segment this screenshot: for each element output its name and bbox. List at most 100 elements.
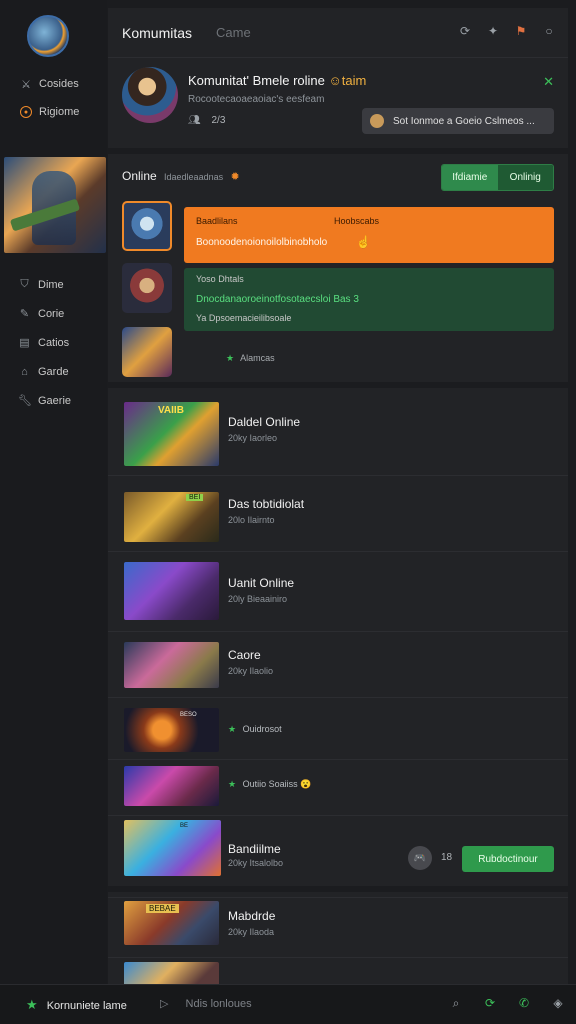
game-thumbnail: BEI <box>124 492 219 542</box>
thumbnail-label: BEBAE <box>146 904 179 913</box>
message-highlight[interactable]: Baadlilans Hoobscabs Boonoodenoionoilolb… <box>184 207 554 263</box>
game-thumbnail <box>124 562 219 620</box>
thumbnail-label: BESO <box>180 712 197 718</box>
sidebar-item-label: Catios <box>38 336 70 349</box>
game-status: ★ Ouidrosot <box>228 724 282 735</box>
avatar[interactable] <box>122 327 172 377</box>
message-sender: Yoso Dhtals <box>196 274 244 284</box>
controller-icon[interactable]: ◈ <box>550 995 566 1011</box>
game-thumbnail: BEBAE <box>124 901 219 945</box>
thumbnail-label: BEI <box>186 494 204 501</box>
avatar-icon <box>370 114 384 128</box>
game-thumbnail: BESO <box>124 708 219 752</box>
sidebar-item-gaerie[interactable]: 🔧︎ Gaerie <box>18 386 71 415</box>
chat-icon[interactable]: ✆ <box>516 995 532 1011</box>
toggle-option-2[interactable]: Onlinig <box>497 165 553 190</box>
online-status: ★ Alamcas <box>226 353 275 364</box>
game-count: 18 <box>441 852 453 863</box>
list-item[interactable]: BEBAE Mabdrde 20ky Ilaoda <box>108 886 568 958</box>
sidebar-item-garde[interactable]: ⌂ Garde <box>18 357 71 386</box>
game-subtitle: 20ky Ilaolio <box>228 666 274 676</box>
member-count-value: 2/3 <box>211 115 226 126</box>
list-item[interactable]: Caore 20ky Ilaolio <box>108 632 568 698</box>
emoji-icon: 😮 <box>300 779 312 789</box>
game-status-text: Ouidrosot <box>242 724 282 734</box>
community-name-suffix: ☺taim <box>328 73 367 88</box>
fire-icon: ✹ <box>230 171 240 183</box>
game-thumbnail <box>124 962 219 984</box>
bottom-nav-link[interactable]: ▷ Ndis lonloues <box>160 997 252 1010</box>
target-icon: ● <box>20 106 32 118</box>
members-icon: 👥︎ <box>188 115 201 126</box>
card-icon: ▤ <box>19 337 30 349</box>
list-item[interactable]: Uanit Online 20ly Bieaainiro <box>108 552 568 632</box>
star-icon: ★ <box>228 724 237 734</box>
game-thumbnail: BE <box>124 820 221 876</box>
community-action-button[interactable]: Sot Ionmoe a Goeio Cslmeos ... <box>362 108 554 134</box>
list-item[interactable]: ★ Outiio Soaiiss 😮 <box>108 760 568 816</box>
game-thumbnail <box>124 766 219 806</box>
thumbnail-label: VAIIB <box>158 405 184 416</box>
list-item[interactable]: BEI Das tobtidiolat 20lo Ilairnto <box>108 476 568 552</box>
bottom-mid-label: Ndis lonloues <box>185 998 252 1010</box>
game-title: Mabdrde <box>228 909 276 923</box>
sidebar-item-catios[interactable]: ▤ Catios <box>18 328 71 357</box>
bottom-left-label: Kornuniete lame <box>46 1000 127 1012</box>
sidebar-item-label: Garde <box>38 365 69 378</box>
sidebar-item-label: Rigiome <box>39 106 80 118</box>
online-heading: Online Idaedleaadnas ✹ <box>122 169 240 183</box>
list-item[interactable]: BESO ★ Ouidrosot <box>108 698 568 760</box>
game-title: Daldel Online <box>228 415 301 429</box>
notification-icon[interactable]: ⚑ <box>514 24 528 38</box>
game-title: Das tobtidiolat <box>228 497 305 511</box>
sidebar-item-corie[interactable]: ✎ Corie <box>18 299 71 328</box>
star-icon: ★ <box>228 779 237 789</box>
member-count: 👥︎ 2/3 <box>188 115 225 126</box>
message-card[interactable]: Yoso Dhtals Dnocdanaoroeinotfosotaecsloi… <box>184 268 554 331</box>
chat-icon[interactable]: ○ <box>542 24 556 38</box>
refresh-icon[interactable]: ⟳ <box>458 24 472 38</box>
puzzle-icon[interactable]: ✦ <box>486 24 500 38</box>
sidebar-item-label: Gaerie <box>38 394 72 407</box>
online-status-text: Alamcas <box>240 353 275 363</box>
page-title: Komumitas <box>122 25 193 41</box>
list-item[interactable]: VAIIB Daldel Online 20ky Iaorleo <box>108 394 568 476</box>
game-subtitle: 20ky Ilaoda <box>228 927 275 937</box>
sidebar-item-label: Corie <box>38 307 65 320</box>
star-icon: ★ <box>26 997 38 1012</box>
bottom-bar: ★ Kornuniete lame ▷ Ndis lonloues ⌕ ⟳ ✆ … <box>0 984 576 1024</box>
bottom-actions: ⌕ ⟳ ✆ ◈ <box>448 995 566 1011</box>
avatar[interactable] <box>122 201 172 251</box>
game-subtitle: 20ky Iaorleo <box>228 433 278 443</box>
sidebar-item-label: Cosides <box>39 78 79 90</box>
online-toggle[interactable]: Ifdiamie Onlinig <box>441 164 554 191</box>
community-name: Komunitat' Bmele roline ☺taim <box>188 73 366 88</box>
avatar[interactable] <box>122 263 172 313</box>
toggle-option-1[interactable]: Ifdiamie <box>442 165 498 190</box>
featured-game-image[interactable] <box>4 157 106 253</box>
game-status-text: Outiio Soaiiss <box>242 779 298 789</box>
join-button[interactable]: Rubdoctinour <box>462 846 554 872</box>
close-icon[interactable]: ✕ <box>543 74 554 90</box>
header-actions: ⟳ ✦ ⚑ ○ <box>458 24 556 38</box>
online-subtitle: Idaedleaadnas <box>164 172 224 182</box>
message-sender: Baadlilans <box>196 216 238 226</box>
page-subtitle[interactable]: Came <box>216 25 251 40</box>
game-subtitle: 20ly Bieaainiro <box>228 594 288 604</box>
search-icon[interactable]: ⌕ <box>448 995 464 1011</box>
sidebar-item-dime[interactable]: ⛉ Dime <box>18 270 71 299</box>
list-item[interactable] <box>108 958 568 984</box>
sidebar: ⚔ Cosides ● Rigiome ⛉ Dime ✎ Corie ▤ Cat… <box>0 0 107 984</box>
game-subtitle: 20lo Ilairnto <box>228 515 275 525</box>
refresh-icon[interactable]: ⟳ <box>482 995 498 1011</box>
sidebar-item-label: Dime <box>38 278 64 291</box>
user-avatar[interactable] <box>27 15 69 57</box>
sidebar-item-rigiome[interactable]: ● Rigiome <box>20 98 79 126</box>
community-avatar[interactable] <box>122 67 178 123</box>
sidebar-item-cosides[interactable]: ⚔ Cosides <box>20 70 79 98</box>
game-controller-icon[interactable]: 🎮 <box>408 846 432 870</box>
online-title: Online <box>122 169 157 183</box>
message-meta: Ya Dpsoemacieilibsoale <box>196 313 292 323</box>
bottom-community-link[interactable]: ★ Kornuniete lame <box>26 997 127 1013</box>
edit-icon: ✎ <box>19 308 30 320</box>
